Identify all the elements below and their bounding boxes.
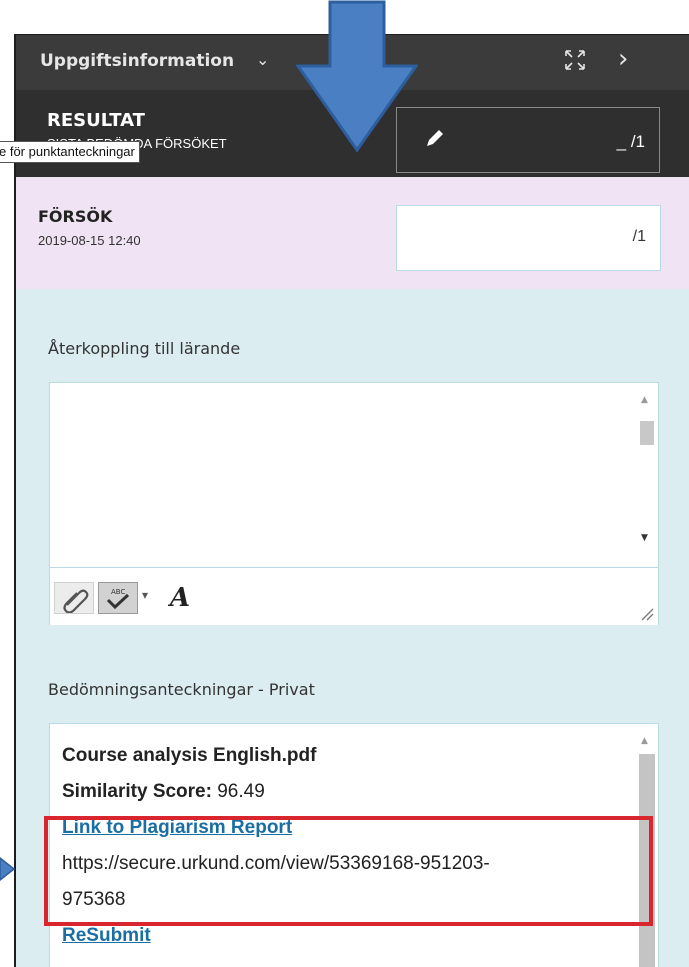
- highlight-box: [44, 816, 653, 926]
- spellcheck-dropdown-icon[interactable]: ▾: [142, 588, 154, 620]
- svg-text:ABC: ABC: [111, 588, 125, 596]
- attach-button[interactable]: [54, 582, 94, 614]
- annotation-arrow-down-icon: [296, 0, 418, 152]
- feedback-scrollbar[interactable]: ▲ ▼: [636, 383, 656, 567]
- attempt-score-max: /1: [632, 228, 646, 245]
- attempt-score-input[interactable]: /1: [396, 205, 661, 271]
- font-italic-a-icon[interactable]: A: [162, 582, 198, 614]
- spellcheck-icon: ABC: [106, 588, 130, 610]
- tooltip: e för punktanteckningar: [0, 141, 140, 163]
- result-score: _ /1: [616, 132, 645, 151]
- scroll-up-icon[interactable]: ▲: [641, 395, 648, 405]
- scroll-up-icon[interactable]: ▲: [641, 736, 648, 746]
- expand-icon[interactable]: [564, 49, 586, 71]
- file-name: Course analysis English.pdf: [62, 745, 317, 766]
- similarity-score: Similarity Score: 96.49: [62, 781, 265, 802]
- resubmit-link[interactable]: ReSubmit: [62, 925, 151, 946]
- result-label: RESULTAT: [47, 110, 145, 131]
- resize-handle-icon[interactable]: [640, 607, 654, 621]
- chevron-down-icon[interactable]: ⌄: [256, 50, 269, 69]
- feedback-editor[interactable]: ▲ ▼ ABC ▾ A: [49, 382, 659, 625]
- annotation-arrow-right-icon: [0, 857, 16, 881]
- chevron-right-icon[interactable]: ›: [618, 46, 628, 72]
- pencil-icon[interactable]: [423, 128, 445, 150]
- scroll-thumb[interactable]: [640, 421, 654, 445]
- grading-notes-label: Bedömningsanteckningar - Privat: [48, 680, 315, 699]
- paperclip-icon: [63, 589, 89, 614]
- attempt-label: FÖRSÖK: [38, 207, 113, 226]
- attempt-date: 2019-08-15 12:40: [38, 233, 141, 248]
- result-score-box[interactable]: _ /1: [396, 107, 660, 173]
- feedback-label: Återkoppling till lärande: [48, 339, 241, 358]
- panel-title[interactable]: Uppgiftsinformation: [40, 51, 234, 71]
- editor-toolbar: ABC ▾ A: [50, 567, 658, 625]
- feedback-textarea[interactable]: [50, 383, 658, 567]
- attempt-section: FÖRSÖK 2019-08-15 12:40 /1: [16, 177, 689, 289]
- spellcheck-button[interactable]: ABC: [98, 582, 138, 614]
- scroll-down-icon[interactable]: ▼: [641, 533, 648, 543]
